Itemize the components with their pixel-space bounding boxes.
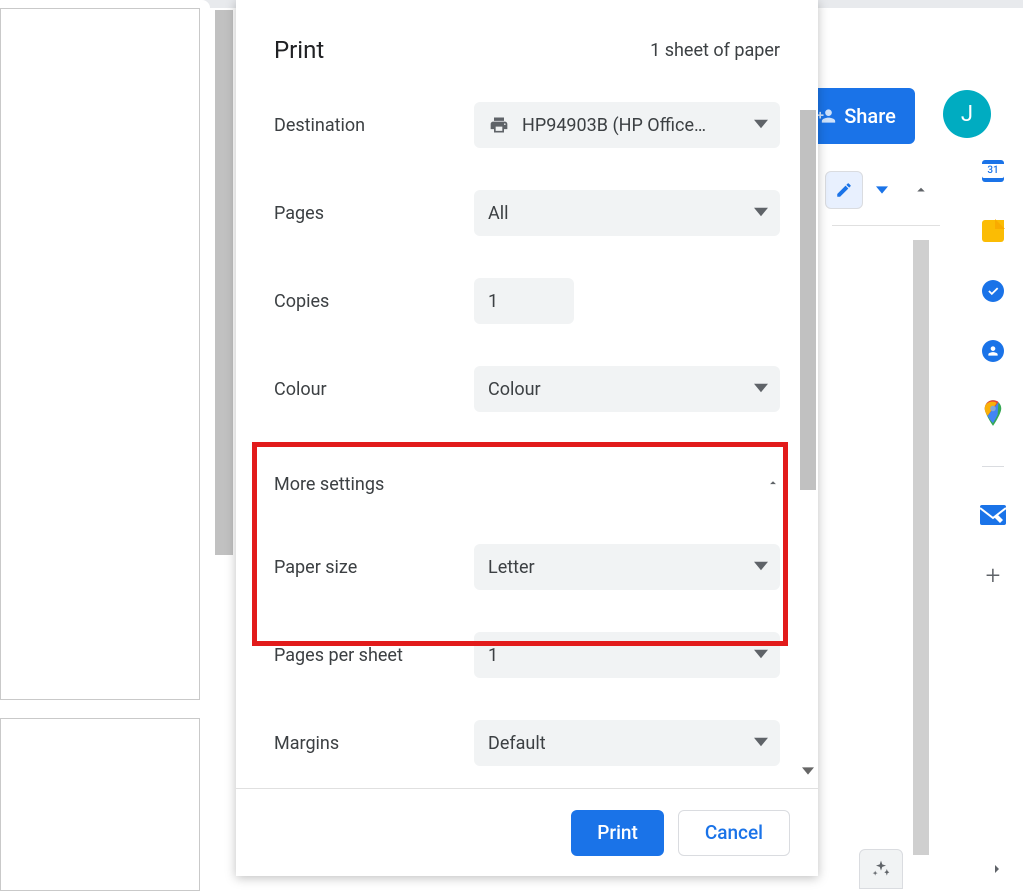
pages-per-sheet-value: 1 bbox=[488, 645, 498, 666]
sheet-count-text: 1 sheet of paper bbox=[650, 40, 780, 61]
destination-label: Destination bbox=[274, 115, 474, 136]
dialog-footer: Print Cancel bbox=[236, 788, 818, 876]
chevron-right-icon bbox=[989, 861, 1005, 877]
caret-down-icon bbox=[754, 557, 768, 578]
preview-scrollbar[interactable] bbox=[215, 10, 233, 555]
destination-value: HP94903B (HP Office… bbox=[522, 115, 706, 136]
chevron-up-icon bbox=[766, 474, 780, 495]
scroll-down-caret-icon[interactable] bbox=[802, 765, 814, 780]
more-settings-label: More settings bbox=[274, 474, 384, 495]
pages-per-sheet-row: Pages per sheet 1 bbox=[274, 632, 780, 678]
share-button-label: Share bbox=[844, 104, 896, 128]
print-button[interactable]: Print bbox=[571, 810, 664, 856]
pages-label: Pages bbox=[274, 203, 474, 224]
caret-down-icon bbox=[754, 203, 768, 224]
pages-row: Pages All bbox=[274, 190, 780, 236]
margins-value: Default bbox=[488, 733, 546, 754]
contacts-icon[interactable] bbox=[982, 340, 1004, 362]
chevron-up-icon bbox=[912, 181, 930, 199]
explore-button[interactable] bbox=[859, 849, 903, 889]
print-dialog: Print 1 sheet of paper Destination HP949… bbox=[236, 0, 818, 876]
paper-size-row: Paper size Letter bbox=[274, 544, 780, 590]
pages-select[interactable]: All bbox=[474, 190, 780, 236]
browser-tab bbox=[0, 0, 210, 8]
pages-per-sheet-label: Pages per sheet bbox=[274, 645, 474, 666]
cancel-button[interactable]: Cancel bbox=[678, 810, 790, 856]
keep-icon[interactable] bbox=[982, 220, 1004, 242]
margins-row: Margins Default bbox=[274, 720, 780, 766]
print-dialog-title: Print bbox=[274, 36, 324, 64]
edit-mode-button[interactable] bbox=[825, 171, 863, 209]
colour-select[interactable]: Colour bbox=[474, 366, 780, 412]
caret-down-icon bbox=[754, 645, 768, 666]
edit-mode-dropdown[interactable] bbox=[871, 171, 893, 209]
maps-icon[interactable] bbox=[982, 400, 1004, 428]
person-add-icon bbox=[816, 106, 836, 126]
calendar-icon[interactable] bbox=[982, 160, 1004, 182]
caret-down-icon bbox=[754, 379, 768, 400]
printer-icon bbox=[488, 115, 510, 135]
print-preview-page-1 bbox=[0, 8, 200, 700]
destination-select[interactable]: HP94903B (HP Office… bbox=[474, 102, 780, 148]
document-scrollbar[interactable] bbox=[913, 240, 929, 855]
sparkle-icon bbox=[871, 859, 891, 879]
more-settings-toggle[interactable]: More settings bbox=[274, 454, 780, 514]
pages-value: All bbox=[488, 203, 509, 224]
pages-per-sheet-select[interactable]: 1 bbox=[474, 632, 780, 678]
destination-row: Destination HP94903B (HP Office… bbox=[274, 102, 780, 148]
pencil-icon bbox=[835, 181, 853, 199]
copies-label: Copies bbox=[274, 291, 474, 312]
paper-size-select[interactable]: Letter bbox=[474, 544, 780, 590]
copies-value: 1 bbox=[488, 291, 498, 312]
copies-input[interactable]: 1 bbox=[474, 278, 574, 324]
show-side-panel-button[interactable] bbox=[989, 861, 1005, 881]
margins-select[interactable]: Default bbox=[474, 720, 780, 766]
colour-value: Colour bbox=[488, 379, 541, 400]
get-addons-button[interactable]: + bbox=[986, 563, 1001, 589]
side-panel: + bbox=[963, 160, 1023, 589]
caret-down-icon bbox=[876, 184, 888, 196]
copies-row: Copies 1 bbox=[274, 278, 780, 324]
paper-size-label: Paper size bbox=[274, 557, 474, 578]
sidebar-divider bbox=[982, 466, 1004, 467]
tasks-icon[interactable] bbox=[982, 280, 1004, 302]
mail-addon-icon[interactable] bbox=[980, 505, 1006, 525]
account-avatar[interactable]: J bbox=[943, 90, 991, 138]
paper-size-value: Letter bbox=[488, 557, 535, 578]
caret-down-icon bbox=[754, 733, 768, 754]
dialog-scrollbar[interactable] bbox=[800, 110, 816, 490]
print-preview-page-2 bbox=[0, 718, 200, 891]
margins-label: Margins bbox=[274, 733, 474, 754]
caret-down-icon bbox=[754, 115, 768, 136]
colour-row: Colour Colour bbox=[274, 366, 780, 412]
colour-label: Colour bbox=[274, 379, 474, 400]
collapse-toolbar-button[interactable] bbox=[901, 170, 941, 210]
